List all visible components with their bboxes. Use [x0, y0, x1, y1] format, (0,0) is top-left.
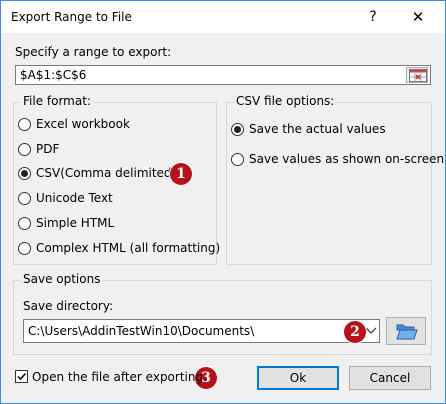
save-options-title: Save options	[21, 272, 103, 286]
range-select-button[interactable]	[406, 67, 428, 83]
option-label: Save values as shown on-screen	[249, 152, 445, 166]
option-label: Unicode Text	[36, 191, 113, 205]
format-option-simple-html[interactable]: Simple HTML	[18, 215, 114, 231]
radio-button[interactable]	[18, 241, 31, 255]
option-label: PDF	[36, 142, 60, 156]
open-after-label[interactable]: Open the file after exporting.	[32, 370, 207, 384]
csv-option-shown-values[interactable]: Save values as shown on-screen	[231, 151, 444, 167]
open-after-checkbox[interactable]	[15, 370, 28, 383]
radio-button[interactable]	[18, 117, 31, 131]
save-options-group	[13, 280, 432, 355]
range-label: Specify a range to export:	[15, 45, 172, 59]
option-label: CSV(Comma delimited)	[36, 166, 177, 180]
ok-button[interactable]: Ok	[257, 366, 339, 390]
save-directory-label: Save directory:	[23, 299, 114, 313]
radio-button[interactable]	[18, 216, 31, 230]
step-badge-2: 2	[344, 321, 366, 343]
radio-button[interactable]	[18, 142, 31, 156]
browse-folder-button[interactable]	[386, 317, 426, 345]
save-directory-combo[interactable]: C:\Users\AddinTestWin10\Documents\	[23, 319, 380, 343]
range-select-icon	[409, 69, 427, 82]
option-label: Complex HTML (all formatting)	[36, 241, 221, 255]
format-option-csv[interactable]: CSV(Comma delimited)	[18, 165, 176, 181]
window-title: Export Range to File	[11, 10, 132, 24]
title-bar: Export Range to File ? ✕	[1, 1, 445, 33]
file-format-title: File format:	[21, 94, 93, 108]
range-input[interactable]: $A$1:$C$6	[15, 65, 431, 85]
checkmark-icon	[17, 372, 27, 381]
option-label: Simple HTML	[36, 216, 115, 230]
option-label: Save the actual values	[249, 122, 386, 136]
format-option-complex-html[interactable]: Complex HTML (all formatting)	[18, 240, 220, 256]
step-badge-1: 1	[170, 163, 192, 185]
format-option-excel[interactable]: Excel workbook	[18, 116, 130, 132]
cancel-button[interactable]: Cancel	[349, 366, 431, 390]
radio-button[interactable]	[18, 191, 31, 205]
format-option-unicode[interactable]: Unicode Text	[18, 190, 113, 206]
radio-button-selected[interactable]	[231, 122, 244, 136]
format-option-pdf[interactable]: PDF	[18, 141, 59, 157]
csv-options-title: CSV file options:	[234, 94, 337, 108]
chevron-down-icon[interactable]	[365, 326, 377, 336]
export-range-dialog: Export Range to File ? ✕ Specify a range…	[0, 0, 446, 404]
folder-open-icon	[396, 324, 418, 340]
csv-option-actual-values[interactable]: Save the actual values	[231, 121, 386, 137]
close-button[interactable]: ✕	[403, 6, 433, 28]
help-button[interactable]: ?	[361, 6, 385, 28]
option-label: Excel workbook	[36, 117, 130, 131]
radio-button-selected[interactable]	[18, 166, 31, 180]
radio-button[interactable]	[231, 152, 244, 166]
